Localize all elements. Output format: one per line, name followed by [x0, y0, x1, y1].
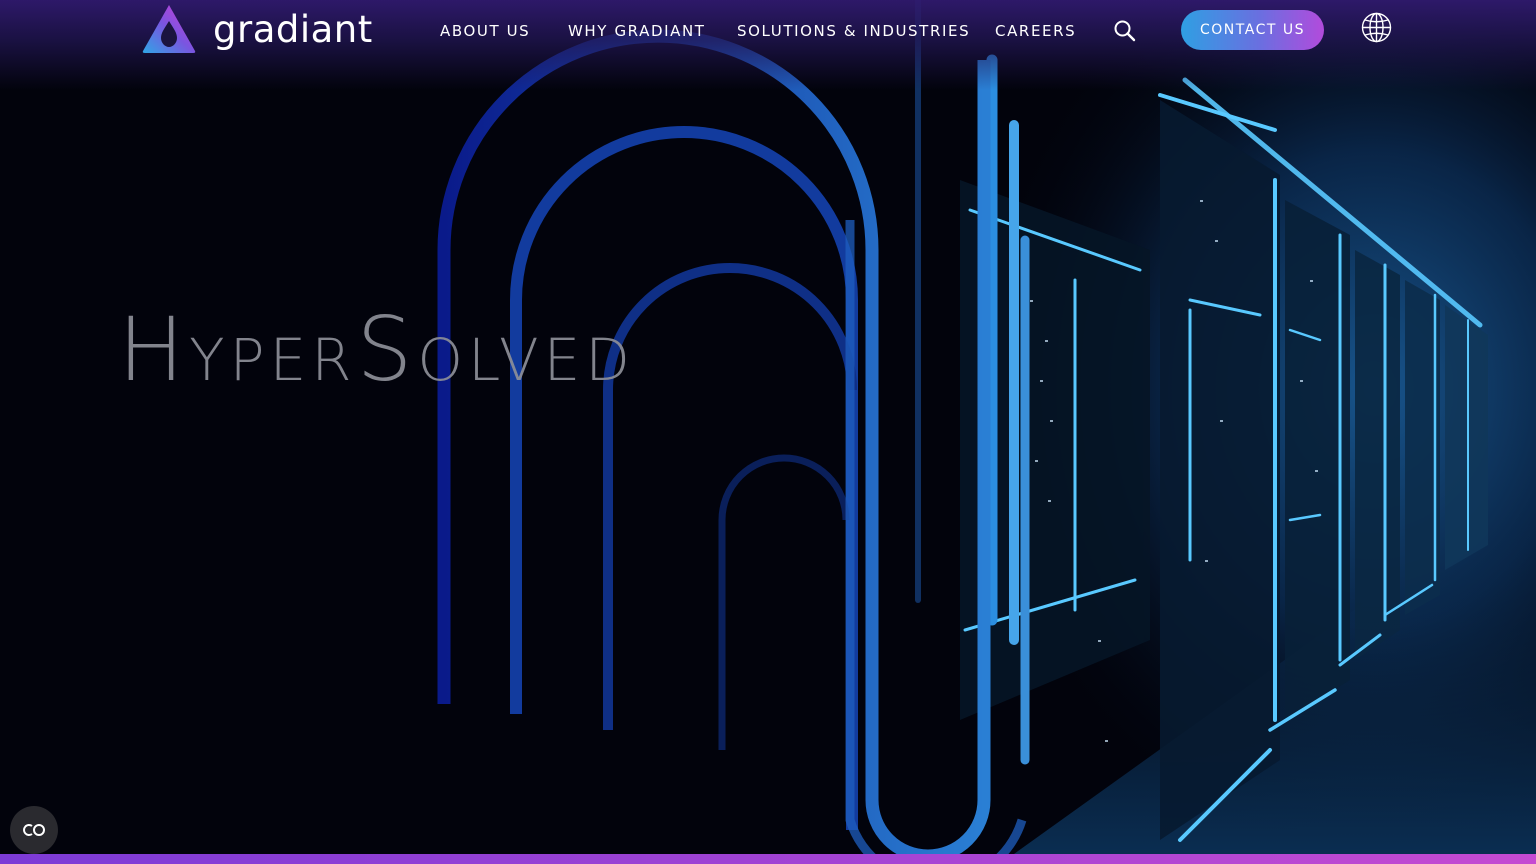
cookie-preferences-button[interactable]	[10, 806, 58, 854]
brand-logo-link[interactable]: gradiant	[141, 3, 373, 55]
bottom-gradient-bar	[0, 854, 1536, 864]
globe-icon	[1361, 12, 1392, 43]
cookie-preferences-icon	[23, 824, 45, 836]
nav-careers[interactable]: CAREERS	[995, 20, 1076, 42]
hero-headline: HYPERSOLVED	[118, 298, 635, 401]
nav-why-gradiant[interactable]: WHY GRADIANT	[568, 20, 706, 42]
search-icon	[1114, 20, 1136, 42]
nav-solutions-industries[interactable]: SOLUTIONS & INDUSTRIES	[737, 20, 970, 42]
nav-about-us[interactable]: ABOUT US	[440, 20, 530, 42]
hero-background-image	[0, 0, 1536, 864]
site-header: gradiant ABOUT US WHY GRADIANT SOLUTIONS…	[0, 0, 1536, 90]
contact-us-button[interactable]: CONTACT US	[1181, 10, 1324, 50]
brand-name: gradiant	[213, 7, 373, 51]
hero-section: HYPERSOLVED	[0, 0, 1536, 864]
search-button[interactable]	[1112, 18, 1138, 44]
gradiant-logo-icon	[142, 5, 196, 53]
language-selector[interactable]	[1360, 11, 1393, 44]
